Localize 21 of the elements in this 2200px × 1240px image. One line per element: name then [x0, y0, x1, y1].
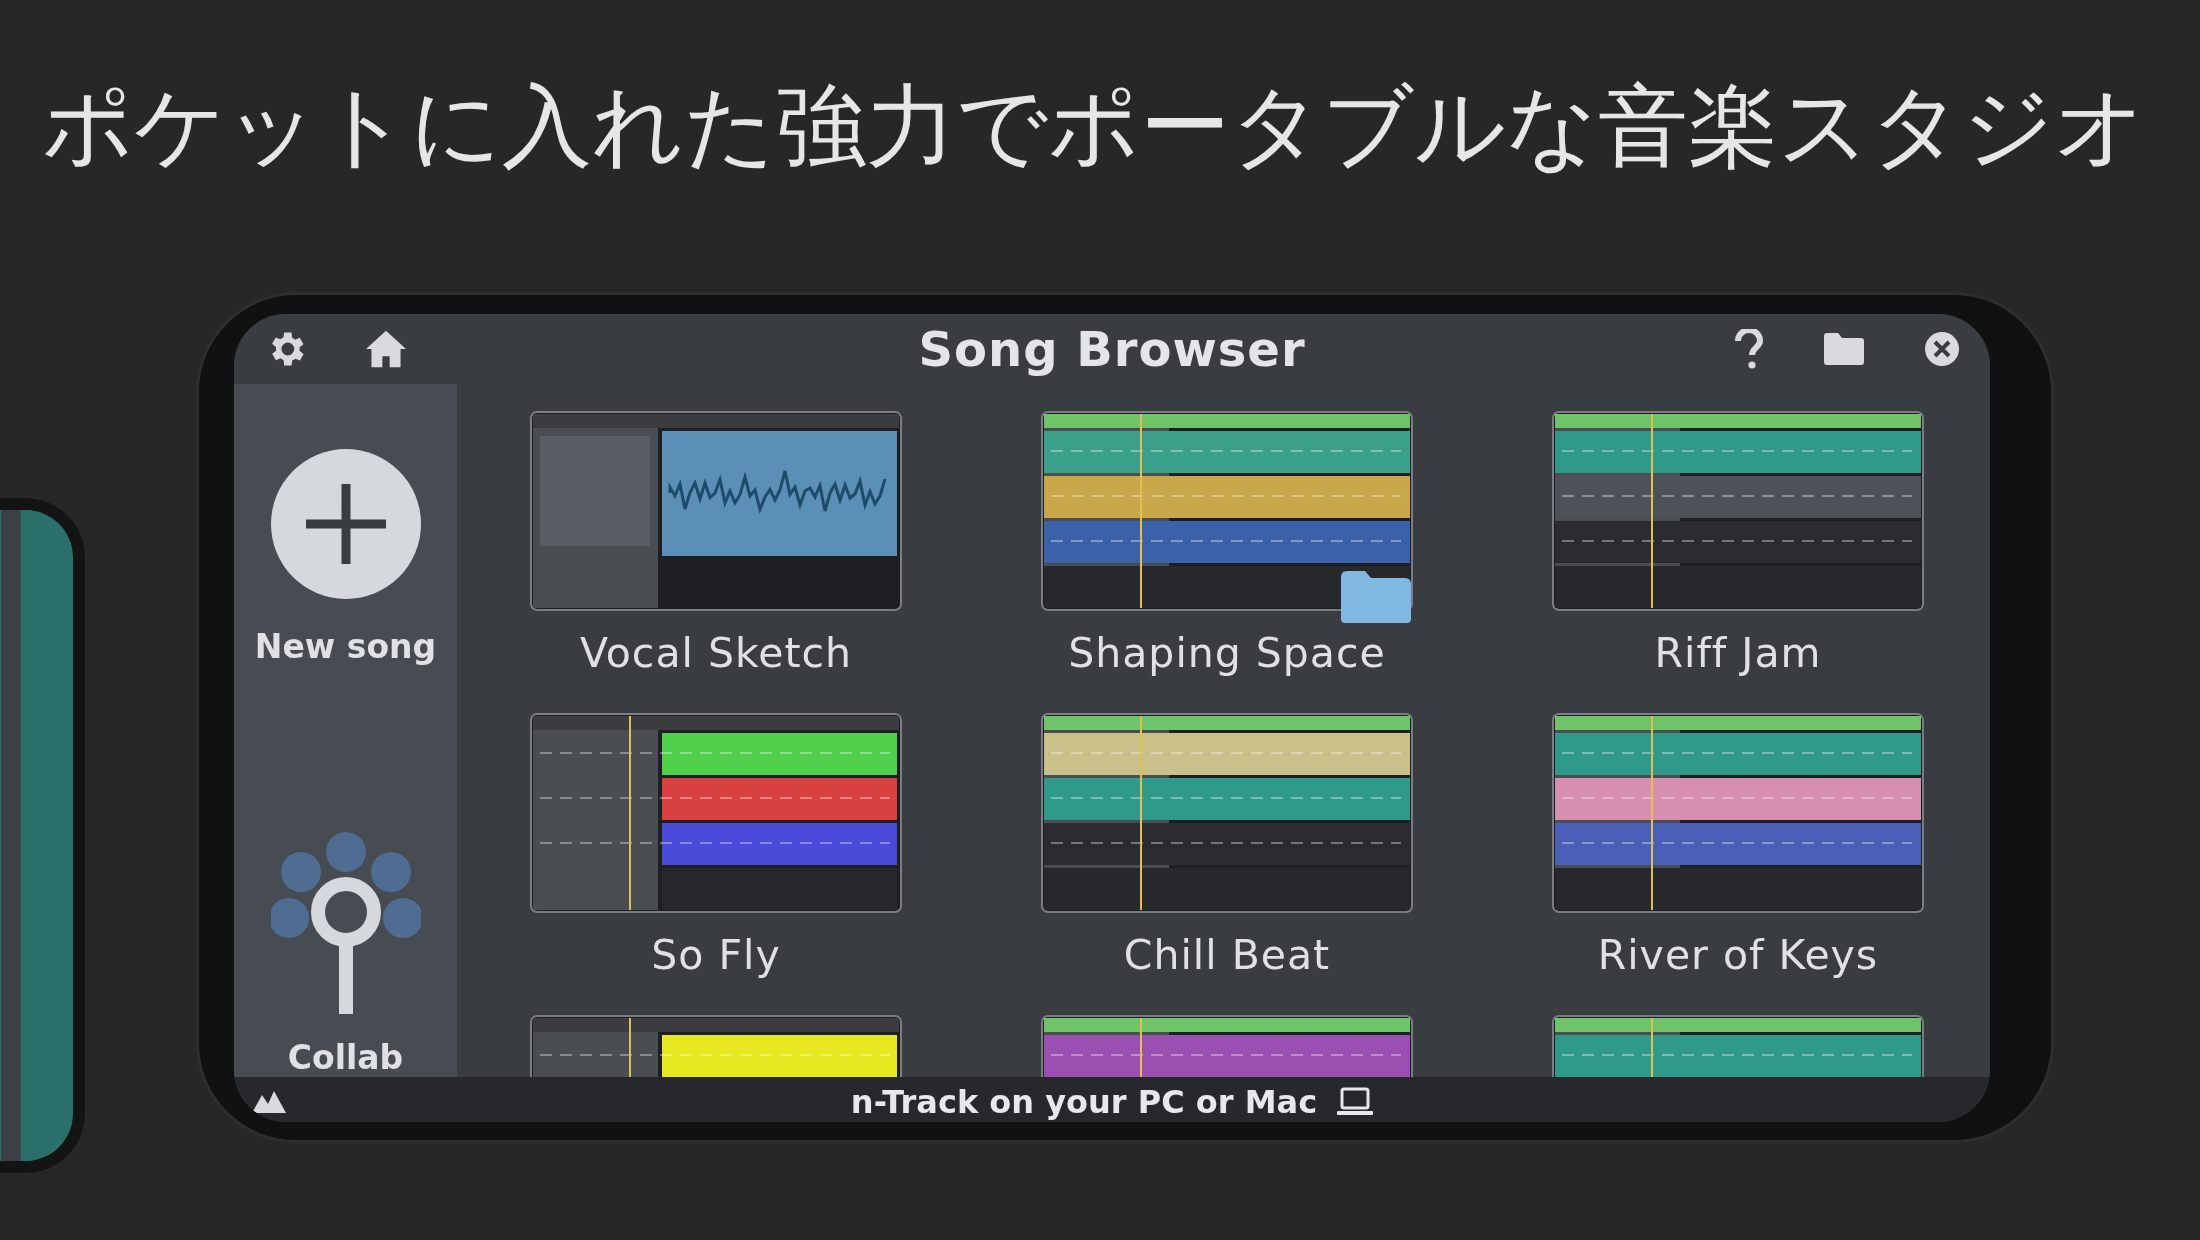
help-icon [1734, 329, 1764, 369]
song-title[interactable]: Chill Beat [1123, 931, 1331, 979]
folder-icon [1824, 333, 1864, 365]
song-title[interactable]: Riff Jam [1654, 629, 1822, 677]
laptop-icon [1337, 1087, 1374, 1117]
song-title[interactable]: Vocal Sketch [579, 629, 853, 677]
close-icon [1924, 331, 1960, 367]
screen-title: Song Browser [918, 321, 1306, 377]
new-song-button[interactable]: New song [254, 449, 437, 666]
collab-icon [270, 832, 421, 1014]
headline: ポケットに入れた強力でポータブルな音楽スタジオ [41, 72, 2147, 180]
close-button[interactable] [1924, 331, 1960, 367]
folder-button[interactable] [1824, 333, 1864, 365]
home-button[interactable] [364, 329, 408, 369]
home-icon [364, 329, 408, 369]
plus-icon [270, 449, 421, 599]
help-button[interactable] [1734, 329, 1764, 369]
song-title[interactable]: So Fly [651, 931, 781, 979]
song-title[interactable]: River of Keys [1597, 931, 1879, 979]
song-title[interactable]: Shaping Space [1068, 629, 1386, 677]
collab-button[interactable]: Collab [270, 832, 421, 1077]
